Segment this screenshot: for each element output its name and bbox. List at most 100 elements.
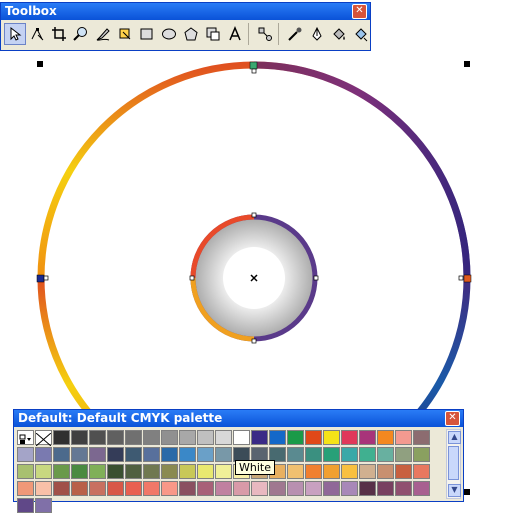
color-swatch[interactable]	[395, 447, 412, 462]
color-swatch[interactable]	[215, 430, 232, 445]
color-swatch[interactable]	[341, 464, 358, 479]
color-swatch[interactable]	[305, 447, 322, 462]
color-swatch[interactable]	[287, 481, 304, 496]
color-swatch[interactable]	[89, 447, 106, 462]
color-swatch[interactable]	[53, 464, 70, 479]
scroll-thumb[interactable]	[448, 446, 459, 480]
color-swatch[interactable]	[17, 481, 34, 496]
toolbox-window[interactable]: Toolbox ✕	[0, 2, 371, 51]
color-swatch[interactable]	[395, 430, 412, 445]
color-swatch[interactable]	[35, 481, 52, 496]
interactive-fill-icon[interactable]	[350, 23, 372, 45]
color-swatch[interactable]	[197, 447, 214, 462]
freehand-tool-icon[interactable]	[92, 23, 114, 45]
color-swatch[interactable]	[179, 430, 196, 445]
color-swatch[interactable]	[251, 481, 268, 496]
fill-tool-icon[interactable]	[328, 23, 350, 45]
color-swatch[interactable]	[179, 447, 196, 462]
smart-fill-icon[interactable]	[114, 23, 136, 45]
color-swatch[interactable]	[413, 447, 430, 462]
shape-tool-icon[interactable]	[26, 23, 48, 45]
color-swatch[interactable]	[71, 430, 88, 445]
color-swatch[interactable]	[17, 464, 34, 479]
color-swatch[interactable]	[125, 481, 142, 496]
color-swatch[interactable]	[395, 481, 412, 496]
color-swatch[interactable]	[359, 430, 376, 445]
color-swatch[interactable]	[341, 447, 358, 462]
color-swatch[interactable]	[287, 447, 304, 462]
rectangle-tool-icon[interactable]	[136, 23, 158, 45]
color-swatch[interactable]	[143, 481, 160, 496]
color-swatch[interactable]	[143, 430, 160, 445]
palette-scrollbar[interactable]: ▲ ▼	[446, 429, 461, 499]
color-swatch[interactable]	[107, 430, 124, 445]
color-swatch[interactable]	[197, 464, 214, 479]
color-swatch[interactable]	[413, 430, 430, 445]
color-swatch[interactable]	[395, 464, 412, 479]
palette-options-icon[interactable]	[17, 430, 34, 445]
color-swatch[interactable]	[377, 464, 394, 479]
toolbox-titlebar[interactable]: Toolbox ✕	[1, 3, 370, 20]
basic-shapes-icon[interactable]	[202, 23, 224, 45]
color-swatch[interactable]	[161, 481, 178, 496]
text-tool-icon[interactable]	[224, 23, 246, 45]
color-swatch[interactable]	[323, 481, 340, 496]
color-swatch[interactable]	[287, 430, 304, 445]
color-swatch[interactable]	[377, 481, 394, 496]
color-swatch[interactable]	[71, 464, 88, 479]
crop-tool-icon[interactable]	[48, 23, 70, 45]
color-swatch[interactable]	[323, 464, 340, 479]
pick-tool-icon[interactable]	[4, 23, 26, 45]
color-swatch[interactable]	[305, 481, 322, 496]
color-swatch[interactable]	[179, 481, 196, 496]
color-swatch[interactable]	[161, 447, 178, 462]
color-swatch[interactable]	[71, 481, 88, 496]
scroll-down-icon[interactable]: ▼	[448, 484, 461, 497]
no-color-swatch[interactable]	[35, 430, 52, 447]
color-swatch[interactable]	[341, 481, 358, 496]
color-swatch[interactable]	[215, 447, 232, 462]
color-swatch[interactable]	[305, 430, 322, 445]
color-swatch[interactable]	[269, 430, 286, 445]
color-swatch[interactable]	[53, 447, 70, 462]
color-swatch[interactable]	[17, 447, 34, 462]
polygon-tool-icon[interactable]	[180, 23, 202, 45]
close-icon[interactable]: ✕	[352, 4, 367, 19]
color-swatch[interactable]	[413, 464, 430, 479]
color-swatch[interactable]	[35, 464, 52, 479]
color-swatch[interactable]	[251, 430, 268, 445]
color-swatch[interactable]	[215, 481, 232, 496]
color-swatch[interactable]	[233, 430, 250, 445]
color-swatch[interactable]	[197, 430, 214, 445]
color-swatch[interactable]	[107, 447, 124, 462]
color-palette-window[interactable]: Default: Default CMYK palette ✕ ▲ ▼	[13, 409, 464, 513]
color-swatch[interactable]	[377, 430, 394, 445]
color-swatch[interactable]	[143, 464, 160, 479]
scroll-up-icon[interactable]: ▲	[448, 431, 461, 444]
color-swatch[interactable]	[305, 464, 322, 479]
color-swatch[interactable]	[359, 447, 376, 462]
color-swatch[interactable]	[161, 430, 178, 445]
close-icon[interactable]: ✕	[445, 411, 460, 426]
color-swatch[interactable]	[413, 481, 430, 496]
color-swatch[interactable]	[125, 447, 142, 462]
color-swatch[interactable]	[17, 498, 34, 513]
color-swatch[interactable]	[107, 464, 124, 479]
color-swatch[interactable]	[323, 430, 340, 445]
color-swatch[interactable]	[125, 430, 142, 445]
zoom-tool-icon[interactable]	[70, 23, 92, 45]
color-swatch[interactable]	[287, 464, 304, 479]
color-swatch[interactable]	[89, 430, 106, 445]
color-swatch[interactable]	[53, 481, 70, 496]
color-swatch[interactable]	[143, 447, 160, 462]
color-swatch[interactable]	[269, 481, 286, 496]
color-swatch[interactable]	[197, 481, 214, 496]
color-swatch[interactable]	[359, 481, 376, 496]
color-swatch[interactable]	[35, 498, 52, 513]
color-swatch[interactable]	[233, 481, 250, 496]
color-swatch[interactable]	[161, 464, 178, 479]
outline-tool-icon[interactable]	[306, 23, 328, 45]
color-swatch[interactable]	[53, 430, 70, 445]
color-swatch[interactable]	[89, 464, 106, 479]
interactive-blend-icon[interactable]	[254, 23, 276, 45]
